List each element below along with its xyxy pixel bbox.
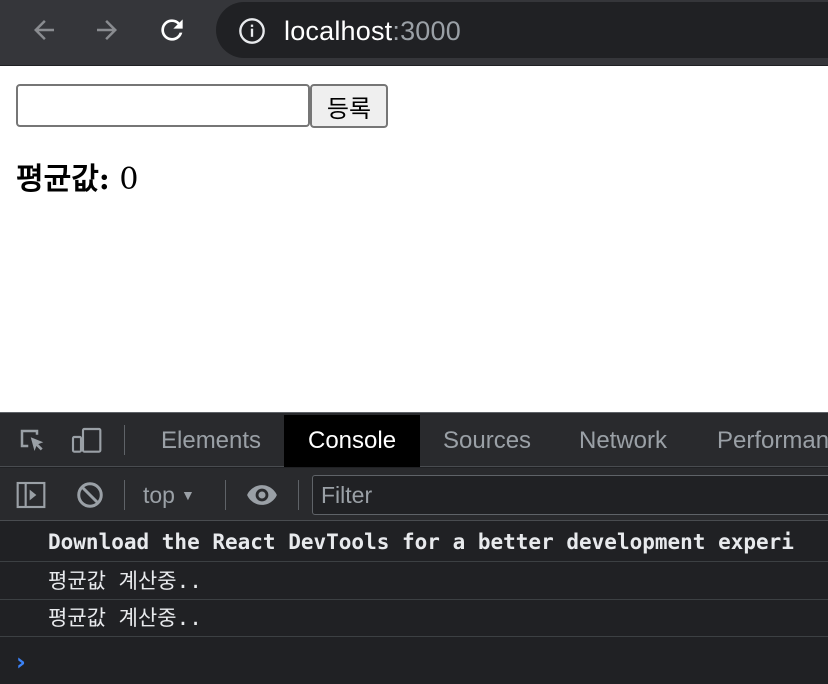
tab-sources[interactable]: Sources — [443, 415, 531, 467]
inspect-icon — [20, 429, 44, 451]
page-content: 등록 평균값: 0 — [0, 67, 828, 412]
filter-box[interactable] — [312, 475, 828, 515]
toolbar-separator — [298, 480, 299, 510]
tab-console[interactable]: Console — [284, 415, 421, 467]
device-toolbar-button[interactable] — [70, 425, 104, 457]
address-bar[interactable]: localhost:3000 — [216, 2, 828, 58]
average-display: 평균값: 0 — [16, 160, 139, 200]
url-text: localhost:3000 — [284, 14, 461, 48]
live-expression-button[interactable] — [244, 478, 280, 512]
toolbar-separator — [225, 480, 226, 510]
number-input[interactable] — [16, 84, 310, 127]
forward-arrow-icon — [97, 20, 117, 40]
clear-console-icon — [77, 482, 103, 508]
sidebar-icon — [16, 481, 46, 509]
tab-network[interactable]: Network — [579, 415, 667, 467]
device-icon — [71, 427, 102, 453]
console-message: 평균값 계산중.. — [0, 562, 828, 600]
url-port: :3000 — [392, 16, 461, 46]
url-host: localhost — [284, 16, 393, 46]
back-arrow-icon — [34, 20, 54, 40]
context-selector[interactable]: top ▼ — [143, 478, 195, 512]
console-toolbar: top ▼ — [0, 468, 828, 521]
forward-button[interactable] — [90, 13, 124, 47]
context-label: top — [143, 482, 175, 508]
sidebar-toggle-button[interactable] — [14, 478, 48, 512]
back-button[interactable] — [27, 13, 61, 47]
devtools-panel: Elements Console Sources Network Perform… — [0, 412, 828, 684]
console-message: 평균값 계산중.. — [0, 600, 828, 637]
tab-performance[interactable]: Performan — [717, 415, 828, 467]
info-icon[interactable] — [238, 17, 266, 45]
console-prompt-icon[interactable]: › — [16, 648, 26, 676]
console-message: Download the React DevTools for a better… — [0, 522, 828, 562]
reload-button[interactable] — [155, 13, 189, 47]
clear-console-button[interactable] — [73, 478, 107, 512]
register-button[interactable]: 등록 — [310, 84, 388, 128]
toolbar-separator — [124, 480, 125, 510]
average-value: 0 — [119, 162, 139, 197]
eye-icon — [247, 485, 277, 505]
inspect-element-button[interactable] — [16, 425, 48, 457]
reload-icon — [161, 19, 183, 41]
filter-input[interactable] — [313, 476, 828, 514]
average-label: 평균값: — [16, 162, 110, 197]
tab-separator — [124, 425, 125, 455]
tab-elements[interactable]: Elements — [161, 415, 261, 467]
browser-toolbar: localhost:3000 — [0, 0, 828, 66]
devtools-tab-bar: Elements Console Sources Network Perform… — [0, 413, 828, 467]
dropdown-arrow-icon: ▼ — [180, 487, 195, 503]
